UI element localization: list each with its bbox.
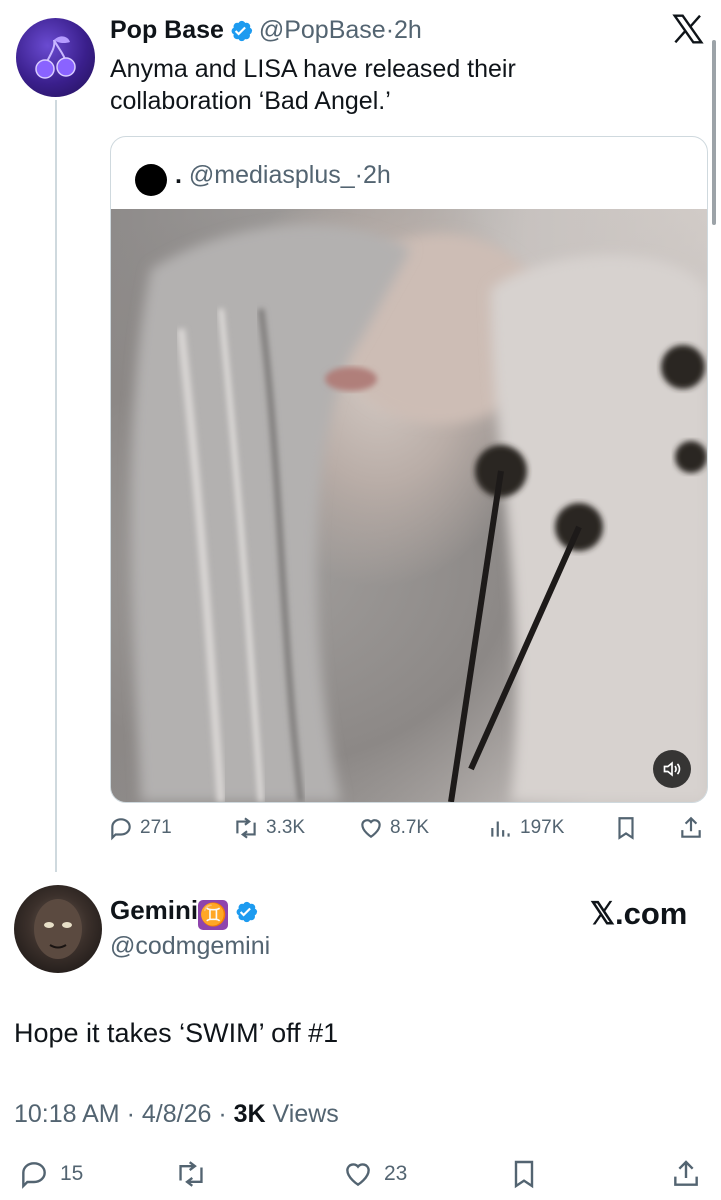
reply-like-count: 23 bbox=[384, 1162, 408, 1185]
repost-icon bbox=[236, 817, 256, 839]
reply-text: Hope it takes ‘SWIM’ off #1 bbox=[14, 1018, 339, 1048]
reply-share-button[interactable] bbox=[670, 1158, 702, 1190]
tweet-text: Anyma and LISA have released their colla… bbox=[110, 55, 516, 115]
reply-reply-count: 15 bbox=[60, 1162, 84, 1185]
heart-icon bbox=[361, 819, 381, 838]
reply-repost-button[interactable] bbox=[174, 1158, 208, 1190]
like-count: 8.7K bbox=[390, 817, 430, 838]
quoted-handle: @mediasplus_ bbox=[188, 161, 355, 189]
volume-icon bbox=[663, 761, 681, 777]
repost-button[interactable]: 3.3K bbox=[232, 815, 305, 841]
video-media[interactable] bbox=[111, 209, 707, 802]
views-button[interactable]: 197K bbox=[488, 815, 564, 841]
mute-toggle-button[interactable] bbox=[653, 750, 691, 788]
bookmark-icon bbox=[618, 817, 634, 840]
avatar-image bbox=[34, 899, 82, 959]
verified-badge-icon bbox=[228, 18, 254, 49]
x-com-brand: 𝕏.com bbox=[590, 896, 688, 931]
tweet-header: Pop Base @PopBase·2h bbox=[110, 16, 422, 49]
views-count: 197K bbox=[520, 817, 565, 838]
reply-reply-button[interactable]: 15 bbox=[18, 1158, 83, 1190]
tweet-action-bar: 271 3.3K 8.7K 197K bbox=[108, 815, 708, 849]
share-button[interactable] bbox=[678, 815, 704, 841]
gemini-emoji: ♊ bbox=[198, 899, 229, 930]
reply-button[interactable]: 271 bbox=[108, 815, 172, 841]
share-icon bbox=[674, 1160, 698, 1186]
reply-count: 271 bbox=[140, 817, 172, 838]
reply-icon bbox=[22, 1162, 46, 1189]
reply-author-handle[interactable]: @codmgemini bbox=[110, 932, 270, 961]
separator: · bbox=[385, 16, 395, 44]
reply-views-count: 3K bbox=[233, 1100, 266, 1128]
bookmark-button[interactable] bbox=[613, 815, 639, 841]
quoted-separator: · bbox=[354, 161, 363, 189]
reply-header: Gemini♊ bbox=[110, 895, 259, 930]
verified-badge-icon bbox=[233, 899, 259, 930]
reply-action-bar: 15 23 bbox=[14, 1158, 714, 1194]
thread-line bbox=[55, 100, 57, 872]
author-name[interactable]: Pop Base bbox=[110, 16, 224, 44]
quoted-tweet-card[interactable]: . @mediasplus_·2h bbox=[110, 136, 708, 803]
cherry-icon bbox=[35, 36, 76, 79]
repost-count: 3.3K bbox=[266, 817, 306, 838]
video-frame-image bbox=[131, 224, 707, 802]
heart-icon bbox=[346, 1163, 370, 1187]
reply-avatar[interactable] bbox=[14, 885, 102, 973]
reply-icon bbox=[111, 818, 131, 841]
quoted-name: . bbox=[175, 161, 182, 189]
like-button[interactable]: 8.7K bbox=[358, 815, 429, 841]
quoted-header: . @mediasplus_·2h bbox=[175, 161, 391, 190]
quoted-timestamp: 2h bbox=[362, 161, 391, 189]
author-handle[interactable]: @PopBase bbox=[259, 16, 386, 44]
share-icon bbox=[681, 816, 701, 838]
scrollbar[interactable] bbox=[712, 40, 716, 225]
avatar[interactable] bbox=[16, 18, 95, 97]
views-bar-chart-icon bbox=[491, 821, 510, 837]
reply-time[interactable]: 10:18 AM bbox=[14, 1100, 120, 1128]
reply-like-button[interactable]: 23 bbox=[342, 1158, 407, 1190]
reply-author-name[interactable]: Gemini bbox=[110, 895, 198, 925]
timestamp[interactable]: 2h bbox=[394, 16, 422, 44]
x-logo-icon[interactable] bbox=[672, 14, 704, 53]
reply-meta: 10:18 AM · 4/8/26 · 3K Views bbox=[14, 1100, 339, 1128]
reply-views-label: Views bbox=[272, 1100, 339, 1128]
reply-date[interactable]: 4/8/26 bbox=[142, 1100, 212, 1128]
repost-icon bbox=[179, 1161, 203, 1187]
bookmark-icon bbox=[514, 1160, 534, 1189]
reply-bookmark-button[interactable] bbox=[508, 1158, 540, 1190]
quoted-avatar bbox=[135, 164, 167, 196]
